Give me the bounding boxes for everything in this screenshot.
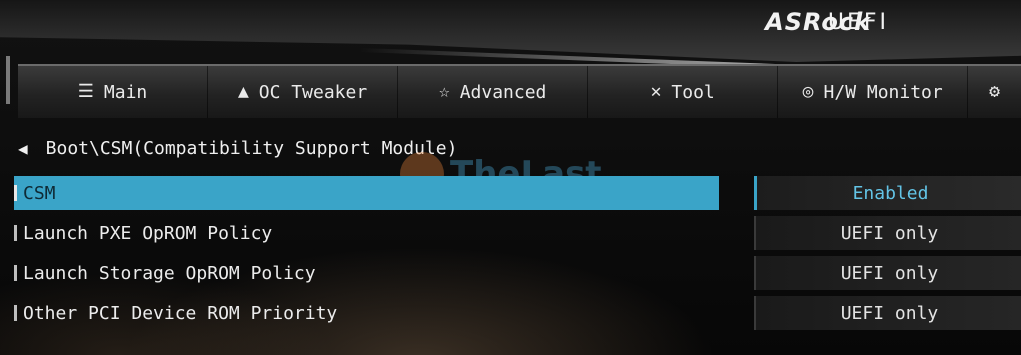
nav-edge-marker [6,56,10,104]
setting-value-pxe-oprom[interactable]: UEFI only [754,216,1021,250]
setting-label: Other PCI Device ROM Priority [23,302,338,324]
tab-label: H/W Monitor [823,81,943,103]
tab-main[interactable]: ☰ Main [18,66,209,118]
security-icon: ⚙ [989,81,1001,102]
breadcrumb-path: Boot\CSM(Compatibility Support Module) [45,137,458,159]
setting-row-pci-rom-priority[interactable]: Other PCI Device ROM Priority [14,296,719,330]
tab-security[interactable]: ⚙ [968,66,1021,118]
row-marker [14,265,17,281]
tab-label: Tool [671,81,715,103]
main-nav: ☰ Main ▲ OC Tweaker ☆ Advanced ✕ Tool ◎ … [18,64,1021,118]
setting-value-pci-rom-priority[interactable]: UEFI only [754,296,1021,330]
row-marker [14,225,17,241]
brand-product: UEFI [827,10,889,35]
setting-label: CSM [23,182,56,204]
list-icon: ☰ [77,81,94,102]
rocket-icon: ▲ [237,81,249,102]
setting-label: Launch Storage OpROM Policy [23,262,316,284]
row-marker [14,185,17,201]
tab-hw-monitor[interactable]: ◎ H/W Monitor [778,66,969,118]
monitor-icon: ◎ [802,81,814,102]
setting-value-storage-oprom[interactable]: UEFI only [754,256,1021,290]
breadcrumb: ◀ Boot\CSM(Compatibility Support Module) [18,134,457,162]
tab-label: OC Tweaker [258,81,368,103]
tab-oc-tweaker[interactable]: ▲ OC Tweaker [208,66,399,118]
tab-label: Advanced [459,81,547,103]
star-icon: ☆ [438,81,450,102]
setting-row-csm[interactable]: CSM [14,176,719,210]
tab-tool[interactable]: ✕ Tool [588,66,779,118]
setting-value-csm[interactable]: Enabled [754,176,1021,210]
back-arrow-icon[interactable]: ◀ [18,139,28,158]
setting-row-pxe-oprom[interactable]: Launch PXE OpROM Policy [14,216,719,250]
tools-icon: ✕ [650,81,662,102]
setting-row-storage-oprom[interactable]: Launch Storage OpROM Policy [14,256,719,290]
tab-advanced[interactable]: ☆ Advanced [398,66,589,118]
tab-label: Main [103,81,148,103]
setting-label: Launch PXE OpROM Policy [23,222,273,244]
row-marker [14,305,17,321]
